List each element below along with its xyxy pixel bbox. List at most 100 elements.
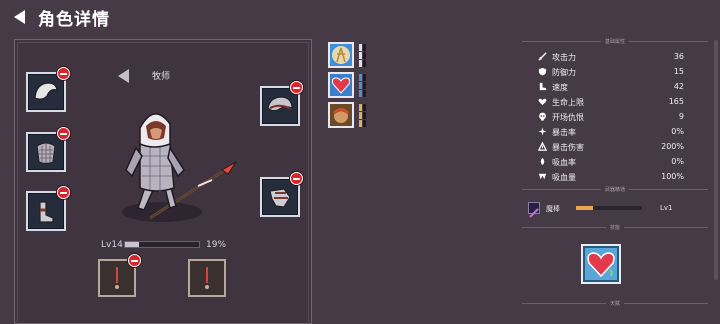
stat-label: 攻击力	[552, 53, 576, 62]
remove-hands-button[interactable]	[290, 172, 303, 185]
character-sprite	[110, 100, 240, 234]
pip	[359, 74, 362, 81]
portrait-pips-1	[359, 44, 367, 68]
amulet-icon	[205, 267, 209, 289]
exp-percent: 19%	[206, 240, 227, 250]
warrior-portrait-icon	[332, 46, 350, 64]
portrait-pips-2	[359, 74, 367, 98]
skill-section-title: 技能	[520, 224, 710, 231]
stat-label: 吸血量	[552, 173, 576, 182]
portrait-tribal[interactable]	[328, 102, 354, 128]
heart-skill-icon	[587, 252, 615, 278]
stat-label: 吸血率	[552, 158, 576, 167]
pip	[363, 52, 366, 59]
left-triangle-icon	[118, 69, 129, 83]
stat-value: 165	[668, 97, 684, 106]
pip	[363, 74, 366, 81]
pip	[363, 112, 366, 119]
stat-label: 开场仇恨	[552, 113, 584, 122]
stat-row: 攻击力 36	[534, 52, 694, 62]
stat-row: 速度 42	[534, 82, 694, 92]
sword-icon	[538, 52, 547, 61]
tribal-portrait-icon	[333, 108, 349, 123]
remove-accessory-1-button[interactable]	[128, 254, 141, 267]
weapon-progress-fill	[576, 206, 593, 210]
pip	[359, 82, 362, 89]
stat-value: 42	[673, 82, 684, 91]
weapon-section-title: 武器精通	[520, 186, 710, 193]
remove-head-button[interactable]	[57, 67, 70, 80]
pip	[363, 104, 366, 111]
visor-helmet-icon	[267, 96, 293, 112]
boot-icon	[538, 82, 547, 91]
pip	[363, 90, 366, 97]
pip	[359, 44, 362, 51]
pip	[363, 60, 366, 67]
amulet-icon	[115, 267, 119, 289]
remove-helm-button[interactable]	[290, 81, 303, 94]
back-arrow-icon	[14, 10, 25, 24]
weapon-level: Lv1	[660, 204, 673, 212]
pip	[363, 120, 366, 127]
pip	[359, 112, 362, 119]
skill-slot[interactable]	[581, 244, 621, 284]
weapon-name: 魔棒	[546, 205, 560, 213]
portrait-heart[interactable]	[328, 72, 354, 98]
crit-damage-icon	[537, 141, 548, 151]
lifesteal-icon	[538, 157, 547, 166]
gauntlet-icon	[269, 188, 291, 208]
fang-icon	[538, 172, 547, 181]
accessory-slot-2[interactable]	[188, 259, 226, 297]
stat-row: 暴击伤害 200%	[534, 141, 694, 152]
shield-icon	[538, 67, 547, 76]
exp-bar-fill	[125, 242, 140, 247]
stat-value: 0%	[671, 157, 684, 166]
weapon-progress-bar	[576, 206, 642, 210]
stat-label: 防御力	[552, 68, 576, 77]
stat-value: 100%	[661, 172, 684, 181]
stat-row: 开场仇恨 9	[534, 112, 694, 122]
back-button[interactable]	[12, 9, 28, 25]
stat-row: 暴击率 0%	[534, 127, 694, 137]
stats-section-title: 基础属性	[520, 38, 710, 45]
remove-feet-button[interactable]	[57, 186, 70, 199]
stat-row: 防御力 15	[534, 67, 694, 77]
pip	[363, 82, 366, 89]
exp-bar	[124, 241, 200, 248]
skull-icon	[538, 112, 547, 121]
stat-value: 15	[673, 67, 684, 76]
stat-row: 生命上限 165	[534, 97, 694, 107]
stat-label: 暴击率	[552, 128, 576, 137]
boots-icon	[39, 201, 54, 223]
portrait-warrior[interactable]	[328, 42, 354, 68]
page-title: 角色详情	[38, 10, 110, 30]
stat-row: 吸血率 0%	[534, 157, 694, 167]
class-name: 牧师	[152, 72, 171, 82]
stat-label: 暴击伤害	[552, 143, 584, 152]
pip	[359, 104, 362, 111]
crit-icon	[538, 127, 547, 136]
stat-label: 生命上限	[552, 98, 584, 107]
stats-panel: 基础属性 攻击力 36 防御力 15 速度 42 生命上限 165 开场仇恨 9 暴击率 0% 暴击伤害…	[520, 38, 710, 324]
scrollbar[interactable]	[714, 40, 718, 280]
stat-value: 200%	[661, 142, 684, 151]
stat-value: 36	[673, 52, 684, 61]
stat-value: 9	[678, 112, 684, 121]
pip	[363, 44, 366, 51]
wand-icon	[528, 202, 540, 218]
stat-row: 吸血量 100%	[534, 172, 694, 182]
chainmail-icon	[36, 142, 56, 165]
stat-value: 0%	[671, 127, 684, 136]
level-label: Lv14	[101, 240, 123, 250]
stat-label: 速度	[552, 83, 568, 92]
helmet-icon	[34, 82, 58, 100]
heart-icon	[538, 97, 547, 106]
pip	[359, 60, 362, 67]
pip	[359, 52, 362, 59]
remove-body-button[interactable]	[57, 127, 70, 140]
pip	[359, 120, 362, 127]
pip	[359, 90, 362, 97]
heart-portrait-icon	[331, 77, 351, 94]
class-switch-button[interactable]	[117, 68, 131, 88]
portrait-pips-3	[359, 104, 367, 128]
